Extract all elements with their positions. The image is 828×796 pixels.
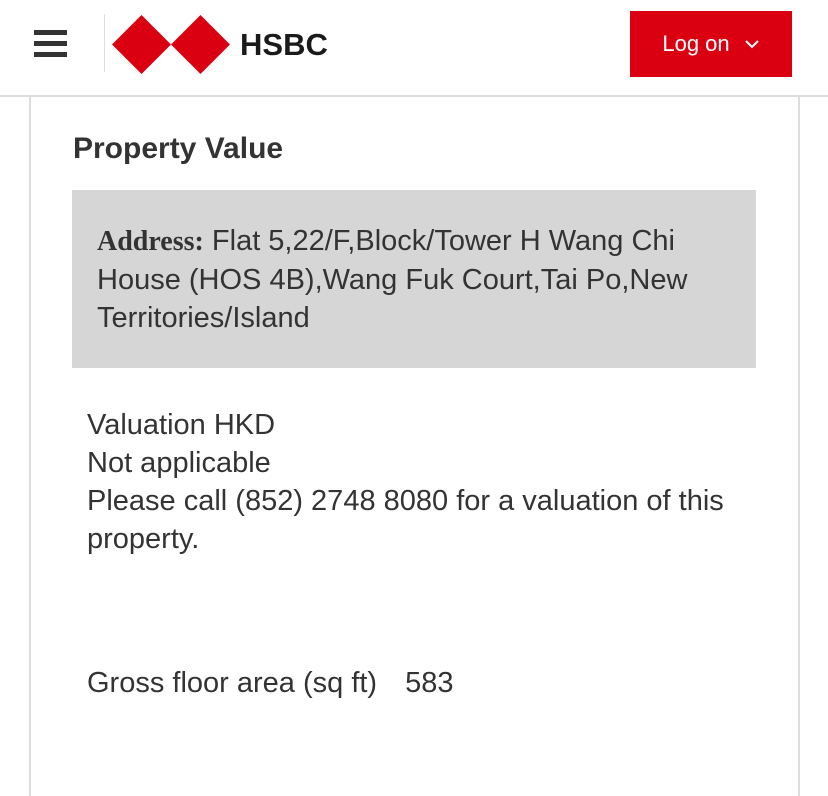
site-header: HSBC Log on [0, 0, 828, 97]
log-on-button[interactable]: Log on [630, 11, 792, 77]
valuation-note: Please call (852) 2748 8080 for a valuat… [87, 485, 724, 555]
hamburger-menu-icon[interactable] [34, 30, 70, 60]
header-divider [104, 14, 105, 72]
valuation-section: Valuation HKD Not applicable Please call… [87, 406, 747, 558]
brand-name: HSBC [240, 26, 328, 62]
valuation-label: Valuation HKD [87, 409, 276, 441]
chevron-down-icon [744, 40, 759, 49]
gfa-value: 583 [405, 667, 454, 699]
hsbc-hexagon-icon [112, 15, 230, 74]
gross-floor-area: Gross floor area (sq ft) 583 [87, 664, 453, 702]
gfa-label: Gross floor area (sq ft) [87, 667, 378, 699]
address-label: Address: [97, 226, 204, 257]
address-box: Address: Flat 5,22/F,Block/Tower H Wang … [72, 190, 756, 368]
page-title: Property Value [73, 132, 284, 165]
valuation-value: Not applicable [87, 447, 271, 479]
hsbc-logo[interactable]: HSBC [112, 15, 328, 74]
log-on-label: Log on [662, 31, 730, 56]
